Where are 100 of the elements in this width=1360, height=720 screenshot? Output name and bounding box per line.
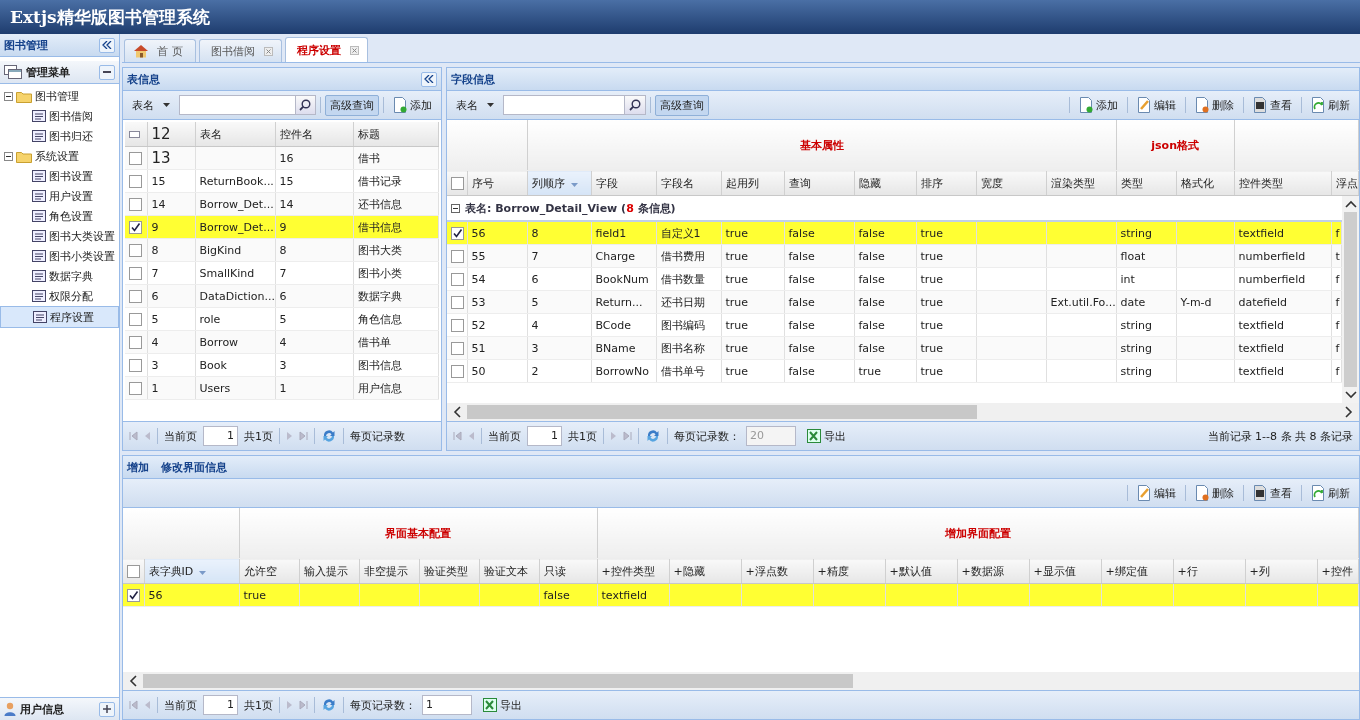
checkbox[interactable]: [129, 266, 142, 280]
first-page-icon[interactable]: [129, 431, 138, 441]
column-header[interactable]: 字段: [595, 176, 618, 190]
toolbar-button[interactable]: 删除: [1190, 482, 1239, 504]
expand-button[interactable]: [99, 701, 115, 717]
chevron-down-icon[interactable]: [1344, 391, 1357, 399]
page-input[interactable]: 1: [203, 695, 238, 715]
previous-page-icon[interactable]: [144, 700, 151, 710]
filter-dropdown[interactable]: 表名: [451, 94, 499, 116]
next-page-icon[interactable]: [286, 431, 293, 441]
expander-icon[interactable]: [4, 91, 13, 101]
first-page-icon[interactable]: [453, 431, 462, 441]
last-page-icon[interactable]: [299, 431, 308, 441]
checkbox[interactable]: [129, 174, 142, 188]
checkbox[interactable]: [129, 335, 142, 349]
column-header[interactable]: 标题: [353, 122, 439, 147]
scrollbar-thumb[interactable]: [143, 674, 853, 688]
column-header[interactable]: +列: [1249, 564, 1270, 578]
expander-icon[interactable]: [451, 203, 460, 213]
chevron-up-icon[interactable]: [1344, 200, 1357, 208]
column-header[interactable]: 12: [147, 122, 195, 147]
tree-folder[interactable]: 系统设置: [35, 148, 79, 164]
checkbox[interactable]: [129, 381, 142, 395]
close-icon[interactable]: [263, 46, 273, 56]
tree-item[interactable]: 用户设置: [49, 188, 93, 204]
checkbox[interactable]: [129, 312, 142, 326]
column-header[interactable]: 宽度: [980, 176, 1003, 190]
column-header[interactable]: 表名: [195, 122, 275, 147]
close-icon[interactable]: [350, 45, 360, 55]
toolbar-button[interactable]: 刷新: [1306, 94, 1355, 116]
search-button[interactable]: [624, 95, 646, 115]
chevron-left-icon[interactable]: [453, 406, 461, 418]
horizontal-scrollbar[interactable]: [123, 672, 1359, 690]
first-page-icon[interactable]: [129, 700, 138, 710]
column-header[interactable]: 隐藏: [858, 176, 881, 190]
filter-dropdown[interactable]: 表名: [127, 94, 175, 116]
checkbox[interactable]: [451, 176, 464, 190]
checkbox[interactable]: [451, 249, 464, 263]
last-page-icon[interactable]: [623, 431, 632, 441]
checkbox[interactable]: [127, 564, 140, 578]
accordion-header[interactable]: 用户信息: [0, 697, 119, 720]
tree-item[interactable]: 图书归还: [49, 128, 93, 144]
horizontal-scrollbar[interactable]: [447, 403, 1359, 421]
checkbox[interactable]: [451, 341, 464, 355]
last-page-icon[interactable]: [299, 700, 308, 710]
checkbox[interactable]: [129, 151, 142, 165]
collapse-button[interactable]: [99, 37, 115, 53]
tab[interactable]: 图书借阅: [198, 39, 282, 62]
tab[interactable]: 程序设置: [284, 37, 369, 62]
checkbox[interactable]: [451, 318, 464, 332]
column-header[interactable]: +行: [1177, 564, 1198, 578]
collapse-button[interactable]: [421, 71, 437, 87]
toolbar-button[interactable]: 编辑: [1132, 482, 1181, 504]
checkbox[interactable]: [129, 358, 142, 372]
tree-item[interactable]: 图书小类设置: [49, 248, 115, 264]
checkbox[interactable]: [127, 588, 140, 602]
checkbox[interactable]: [129, 243, 142, 257]
accordion-header[interactable]: 管理菜单: [0, 61, 119, 84]
checkbox[interactable]: [451, 295, 464, 309]
search-field[interactable]: [503, 95, 625, 115]
toolbar-button[interactable]: 刷新: [1306, 482, 1355, 504]
export-button[interactable]: 导出: [478, 694, 527, 716]
toolbar-button[interactable]: 查看: [1248, 94, 1297, 116]
column-header[interactable]: 查询: [788, 176, 811, 190]
column-header[interactable]: 控件名: [275, 122, 353, 147]
tree-folder[interactable]: 图书管理: [35, 88, 79, 104]
scrollbar-thumb[interactable]: [467, 405, 977, 419]
toolbar-button[interactable]: 添加: [1074, 94, 1123, 116]
tree-item[interactable]: 角色设置: [49, 208, 93, 224]
tree-item[interactable]: 数据字典: [49, 268, 93, 284]
previous-page-icon[interactable]: [468, 431, 475, 441]
expander-icon[interactable]: [4, 151, 13, 161]
page-size-input[interactable]: 1: [422, 695, 472, 715]
checkbox[interactable]: [129, 220, 142, 234]
checkbox[interactable]: [451, 226, 464, 240]
previous-page-icon[interactable]: [144, 431, 151, 441]
chevron-left-icon[interactable]: [129, 675, 137, 687]
collapse-button[interactable]: [99, 64, 115, 80]
checkbox[interactable]: [451, 272, 464, 286]
page-input[interactable]: 1: [527, 426, 562, 446]
vertical-scrollbar[interactable]: [1342, 196, 1359, 403]
tree-item[interactable]: 图书设置: [49, 168, 93, 184]
page-input[interactable]: 1: [203, 426, 238, 446]
toolbar-button[interactable]: 查看: [1248, 482, 1297, 504]
export-button[interactable]: 导出: [802, 425, 851, 447]
advanced-search-button[interactable]: 高级查询: [325, 94, 379, 116]
tree-item[interactable]: 图书大类设置: [49, 228, 115, 244]
refresh-icon[interactable]: [321, 428, 337, 444]
refresh-icon[interactable]: [321, 697, 337, 713]
refresh-icon[interactable]: [645, 428, 661, 444]
tab[interactable]: 首 页: [124, 39, 196, 62]
toolbar-button[interactable]: 删除: [1190, 94, 1239, 116]
next-page-icon[interactable]: [286, 700, 293, 710]
checkbox[interactable]: [451, 364, 464, 378]
add-button[interactable]: 添加: [388, 94, 437, 116]
checkbox[interactable]: [129, 197, 142, 211]
checkbox[interactable]: [129, 289, 142, 303]
chevron-right-icon[interactable]: [1345, 406, 1353, 418]
toolbar-button[interactable]: 编辑: [1132, 94, 1181, 116]
search-field[interactable]: [179, 95, 296, 115]
